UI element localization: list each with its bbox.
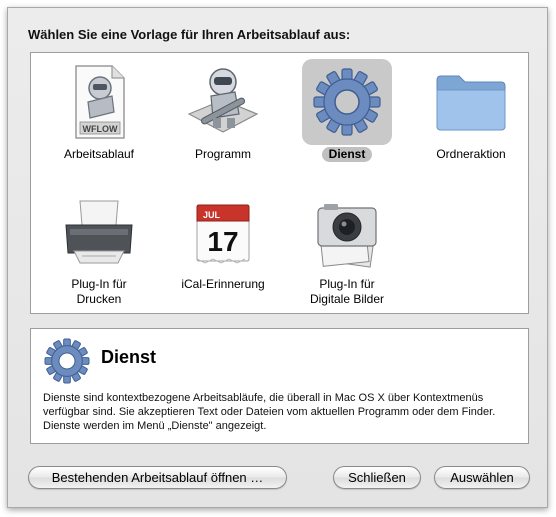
gear-icon <box>313 68 381 136</box>
workflow-badge: WFLOW <box>83 124 118 134</box>
template-label-image-capture-line1: Plug-In für <box>319 277 375 291</box>
template-label-print-plugin-line2: Drucken <box>76 292 122 306</box>
calendar-icon: JUL 17 <box>196 204 250 264</box>
template-label-folder-action: Ordneraktion <box>436 147 506 161</box>
template-label-image-capture-line2: Digitale Bilder <box>309 292 385 306</box>
template-image-capture-plugin[interactable]: Plug-In für Digitale Bilder <box>285 189 409 309</box>
template-workflow[interactable]: WFLOW Arbeitsablauf <box>37 59 161 179</box>
description-title: Dienst <box>101 347 157 367</box>
template-description-panel: Dienst Dienste sind kontextbezogene Arbe… <box>30 328 529 444</box>
template-label-print-plugin-line1: Plug-In für <box>71 277 127 291</box>
calendar-day: 17 <box>207 226 238 257</box>
automator-workflow-document-icon: WFLOW <box>75 65 125 139</box>
template-application[interactable]: Programm <box>161 59 285 179</box>
camera-icon <box>317 204 377 268</box>
description-text: Dienste sind kontextbezogene Arbeitsablä… <box>43 392 496 432</box>
template-print-plugin[interactable]: Plug-In für Drucken <box>37 189 161 309</box>
calendar-month: JUL <box>203 210 221 220</box>
template-label-ical-alarm: iCal-Erinnerung <box>181 277 265 291</box>
dialog-prompt: Wählen Sie eine Vorlage für Ihren Arbeit… <box>28 27 351 42</box>
close-button[interactable]: Schließen <box>333 466 421 489</box>
template-chooser-dialog: Wählen Sie eine Vorlage für Ihren Arbeit… <box>7 7 548 508</box>
template-grid: WFLOW Arbeitsablauf Programm Dienst Ordn… <box>30 52 529 314</box>
printer-icon <box>65 200 133 264</box>
open-existing-workflow-button[interactable]: Bestehenden Arbeitsablauf öffnen … <box>28 466 287 489</box>
template-folder-action[interactable]: Ordneraktion <box>409 59 533 179</box>
choose-button[interactable]: Auswählen <box>434 466 530 489</box>
template-label-service: Dienst <box>321 147 373 162</box>
automator-robot-icon <box>187 68 259 133</box>
gear-icon <box>44 338 90 384</box>
template-label-application: Programm <box>194 147 251 161</box>
template-ical-alarm[interactable]: JUL 17 iCal-Erinnerung <box>161 189 285 309</box>
template-service[interactable]: Dienst <box>285 59 409 179</box>
folder-icon <box>436 75 506 131</box>
template-label-workflow: Arbeitsablauf <box>63 147 135 161</box>
